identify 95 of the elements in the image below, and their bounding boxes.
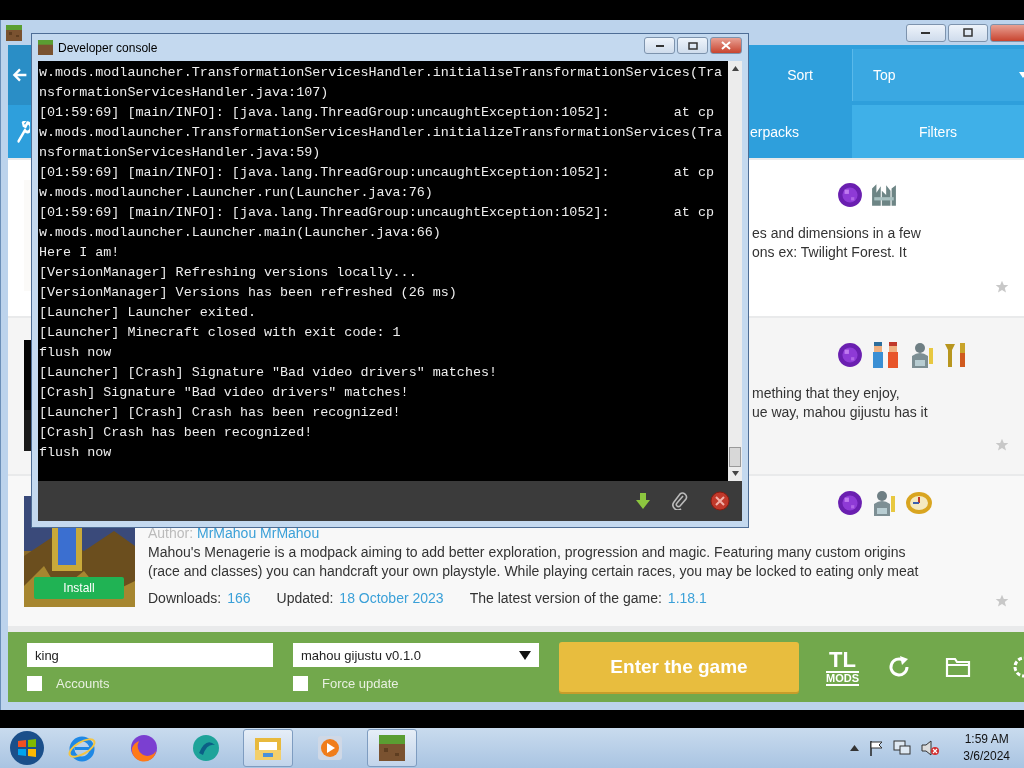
description-line: ons ex: Twilight Forest. It: [752, 243, 908, 262]
network-icon[interactable]: [893, 740, 912, 756]
people-icon: [871, 342, 901, 368]
version-dropdown[interactable]: mahou gijustu v0.1.0: [293, 643, 539, 667]
maximize-button[interactable]: [677, 37, 708, 54]
sort-label: Sort: [786, 67, 814, 83]
orb-icon: [837, 490, 863, 516]
log-line: [Crash] Crash has been recognized!: [39, 424, 314, 442]
stat-label: Downloads:: [148, 590, 222, 606]
download-arrow-icon[interactable]: [636, 493, 650, 509]
chevron-up-icon[interactable]: [850, 745, 860, 751]
log-line: flush now: [39, 444, 113, 462]
play-button[interactable]: Enter the game: [559, 642, 799, 692]
close-circle-icon[interactable]: [710, 491, 730, 511]
close-button[interactable]: [990, 23, 1024, 42]
stat-label: The latest version of the game:: [469, 590, 662, 606]
close-button[interactable]: [710, 37, 742, 54]
maximize-icon: [687, 41, 698, 50]
category-tab[interactable]: Filters: [852, 105, 1024, 158]
log-line: w.mods.modlauncher.TransformationServicesHandler.initializeTransformationServices(Tra: [39, 124, 724, 142]
log-line: [01:59:69] [main/INFO]: [java.lang.ThreadGroup:uncaughtException:1052]: at cp: [39, 164, 715, 182]
star-icon[interactable]: [995, 438, 1009, 452]
checkbox[interactable]: [27, 675, 42, 691]
log-line: w.mods.modlauncher.Launcher.main(Launcher.java:66): [39, 224, 442, 242]
install-button[interactable]: Install: [34, 577, 124, 599]
star-icon[interactable]: [995, 280, 1009, 294]
orb-icon: [837, 342, 863, 368]
flag-icon[interactable]: [869, 740, 884, 756]
stat-value: 1.18.1: [667, 590, 707, 606]
log-line: nsformationServicesHandler.java:107): [39, 84, 330, 102]
description-line: ue way, mahou gijustu has it: [752, 403, 929, 422]
maximize-button[interactable]: [948, 23, 988, 42]
minimize-button[interactable]: [906, 23, 946, 42]
log-line: [Launcher] Launcher exited.: [39, 304, 257, 322]
swirl-icon: [191, 733, 221, 763]
grass-block-icon: [38, 40, 53, 55]
checkbox-label: Force update: [322, 675, 399, 691]
settings-icon[interactable]: [1012, 655, 1024, 679]
scrollbar[interactable]: [728, 61, 742, 481]
minimize-icon: [655, 44, 664, 47]
statue-icon: [909, 342, 935, 368]
stat-value: 18 October 2023: [339, 590, 444, 606]
taskbar-app[interactable]: [243, 729, 293, 767]
start-button[interactable]: [9, 730, 45, 766]
checkbox-label: Accounts: [56, 675, 110, 691]
fox-globe-icon: [129, 733, 159, 763]
log-line: nsformationServicesHandler.java:59): [39, 144, 322, 162]
refresh-icon[interactable]: [887, 655, 911, 679]
log-line: [01:59:69] [main/INFO]: [java.lang.ThreadGroup:uncaughtException:1052]: at cp: [39, 104, 715, 122]
stat-value: 166: [227, 590, 251, 606]
log-line: [01:59:69] [main/INFO]: [java.lang.ThreadGroup:uncaughtException:1052]: at cp: [39, 204, 715, 222]
log-line: [VersionManager] Versions has been refreshed (26 ms): [39, 284, 458, 302]
description-line: Mahou's Menagerie is a modpack aiming to add better exploration, progression and magic. Featuring many custom origins: [148, 543, 907, 562]
clock[interactable]: 1:59 AM 3/6/2024: [963, 731, 1010, 765]
close-icon: [721, 41, 731, 50]
orb-icon: [837, 182, 863, 208]
star-icon[interactable]: [995, 594, 1009, 608]
description-line: mething that they enjoy,: [752, 384, 901, 403]
account-field[interactable]: king: [27, 643, 273, 667]
log-line: Here I am!: [39, 244, 121, 262]
maximize-icon: [963, 28, 973, 37]
log-line: [Crash] Signature "Bad video drivers" matches!: [39, 384, 410, 402]
muted-speaker-icon[interactable]: [921, 740, 940, 756]
wrench-icon[interactable]: [16, 120, 30, 143]
sort-dropdown[interactable]: Top: [852, 49, 1024, 101]
back-arrow-icon: [11, 66, 28, 84]
window-title: Developer console: [58, 40, 158, 55]
taskbar-app[interactable]: [367, 729, 417, 767]
caret-icon: [519, 650, 531, 660]
log-line: [Launcher] Minecraft closed with exit code: 1: [39, 324, 402, 342]
log-line: flush now: [39, 344, 113, 362]
clock-icon: [905, 490, 933, 516]
log-line: [VersionManager] Refreshing versions locally...: [39, 264, 418, 282]
ruins-icon: [871, 182, 897, 208]
log-line: [Launcher] [Crash] Crash has been recognized!: [39, 404, 402, 422]
description-line: (race and classes) you can handcraft your own playstyle. While playing certain races, you may be locked to eating only meat: [148, 562, 920, 581]
grass-block-icon: [377, 733, 407, 763]
checkbox[interactable]: [293, 675, 308, 691]
scroll-thumb[interactable]: [729, 447, 741, 467]
log-line: w.mods.modlauncher.TransformationServicesHandler.initialiseTransformationServices(Tra: [39, 64, 724, 82]
grass-block-icon: [6, 24, 22, 41]
minimize-button[interactable]: [644, 37, 675, 54]
back-button[interactable]: [8, 45, 31, 105]
stat-label: Updated:: [276, 590, 334, 606]
scroll-up-icon[interactable]: [731, 66, 739, 71]
author-label: Author:: [148, 525, 194, 541]
author-link[interactable]: MrMahou MrMahou: [197, 525, 320, 541]
statue-icon: [871, 490, 897, 516]
logo[interactable]: TL MODS: [826, 648, 859, 686]
paperclip-icon[interactable]: [672, 492, 688, 510]
log-line: [Launcher] [Crash] Signature "Bad video drivers" matches!: [39, 364, 499, 382]
log-line: w.mods.modlauncher.Launcher.run(Launcher.java:76): [39, 184, 434, 202]
description-line: es and dimensions in a few: [752, 224, 922, 243]
media-player-icon: [315, 733, 345, 763]
folder-icon[interactable]: [945, 656, 971, 678]
